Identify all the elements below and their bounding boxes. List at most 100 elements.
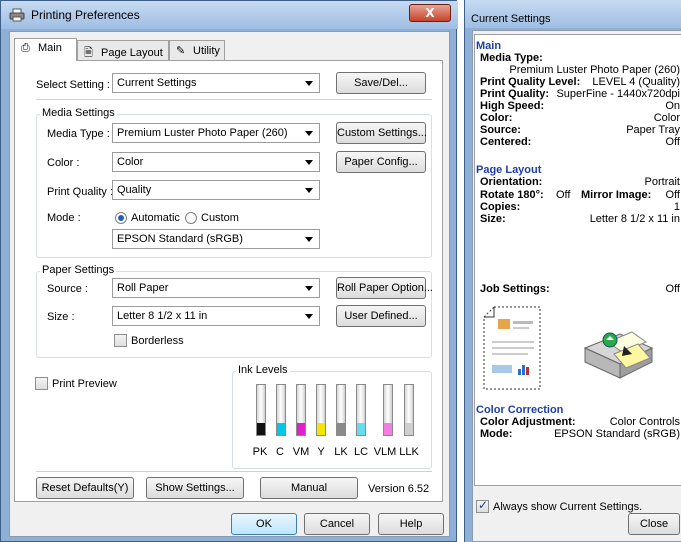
cs-high-speed-value: On <box>665 100 680 112</box>
save-del-button[interactable]: Save/Del... <box>336 72 426 94</box>
cs-mode-value: EPSON Standard (sRGB) <box>554 428 680 440</box>
ink-label-vlm: VLM <box>373 446 397 458</box>
mode-dropdown[interactable]: EPSON Standard (sRGB) <box>112 229 320 249</box>
source-dropdown[interactable]: Roll Paper <box>112 278 320 298</box>
cancel-button[interactable]: Cancel <box>304 513 370 535</box>
show-settings-button[interactable]: Show Settings... <box>146 477 244 499</box>
custom-settings-button[interactable]: Custom Settings... <box>336 122 427 144</box>
current-settings-title: Current Settings <box>471 13 551 25</box>
print-preview-checkbox[interactable] <box>35 377 48 390</box>
cs-orientation-label: Orientation: <box>480 176 543 188</box>
chevron-down-icon <box>305 314 313 319</box>
divider <box>36 99 432 100</box>
paper-config-button[interactable]: Paper Config... <box>336 151 426 173</box>
ink-level-bar-pk <box>256 384 266 436</box>
ink-label-lk: LK <box>334 446 348 458</box>
cs-centered-label: Centered: <box>480 136 532 148</box>
ink-level-bar-y <box>316 384 326 436</box>
document-preview-icon <box>483 306 541 390</box>
current-settings-title-bar: Current Settings <box>465 0 681 28</box>
cs-color-label: Color: <box>480 112 513 124</box>
cs-job-settings-value: Off <box>665 283 680 295</box>
chevron-down-icon <box>305 286 313 291</box>
borderless-checkbox[interactable] <box>114 334 127 347</box>
chevron-down-icon <box>305 81 313 86</box>
source-label: Source : <box>47 283 88 295</box>
manual-button[interactable]: Manual <box>260 477 358 499</box>
cs-high-speed-label: High Speed: <box>480 100 545 112</box>
mode-automatic-radio[interactable] <box>115 212 127 224</box>
always-show-checkbox[interactable] <box>476 498 489 513</box>
divider <box>36 471 432 472</box>
ink-label-y: Y <box>317 446 325 458</box>
wrench-icon: ✎ <box>176 45 186 57</box>
cs-copies-value: 1 <box>673 201 680 213</box>
ink-level-bar-lc <box>356 384 366 436</box>
roll-paper-option-button[interactable]: Roll Paper Option... <box>336 277 433 299</box>
main-heading: Main <box>476 40 502 52</box>
ink-label-vm: VM <box>292 446 310 458</box>
ink-level-bar-vlm <box>383 384 393 436</box>
chevron-down-icon <box>305 237 313 242</box>
cs-color-adjustment-value: Color Controls <box>609 416 680 428</box>
mode-label: Mode : <box>47 212 81 224</box>
select-setting-dropdown[interactable]: Current Settings <box>112 73 320 93</box>
mode-custom-label: Custom <box>201 212 239 224</box>
cs-mirror-label: Mirror Image: <box>581 189 652 201</box>
ink-level-bar-vm <box>296 384 306 436</box>
color-correction-heading: Color Correction <box>476 404 564 416</box>
color-dropdown[interactable]: Color <box>112 152 320 172</box>
ink-level-bar-lk <box>336 384 346 436</box>
cs-source-label: Source: <box>480 124 521 136</box>
paper-settings-title: Paper Settings <box>40 264 117 276</box>
cs-print-quality-label: Print Quality: <box>480 88 550 100</box>
title-bar: Printing Preferences X <box>1 1 458 29</box>
cs-orientation-value: Portrait <box>644 176 680 188</box>
cs-media-type-value: Premium Luster Photo Paper (260) <box>509 64 680 76</box>
color-label: Color : <box>47 157 80 169</box>
help-button[interactable]: Help <box>378 513 444 535</box>
cs-media-type-label: Media Type: <box>480 52 543 64</box>
user-defined-button[interactable]: User Defined... <box>336 305 426 327</box>
ok-button[interactable]: OK <box>231 513 297 535</box>
ink-label-c: C <box>276 446 284 458</box>
cs-rotate-value: Off <box>556 189 571 201</box>
media-type-dropdown[interactable]: Premium Luster Photo Paper (260) <box>112 123 320 143</box>
cs-color-adjustment-label: Color Adjustment: <box>480 416 576 428</box>
media-settings-title: Media Settings <box>40 107 117 119</box>
cs-copies-label: Copies: <box>480 201 521 213</box>
cs-size-label: Size: <box>480 213 506 225</box>
mode-custom-radio[interactable] <box>185 212 197 224</box>
cs-rotate-label: Rotate 180°: <box>480 189 544 201</box>
cs-job-settings-label: Job Settings: <box>480 283 550 295</box>
tab-page-layout[interactable]: 🗎 Page Layout <box>77 40 169 60</box>
version-label: Version 6.52 <box>368 483 430 495</box>
close-settings-button[interactable]: Close <box>628 513 680 535</box>
close-button[interactable]: X <box>409 4 451 22</box>
mode-automatic-label: Automatic <box>131 212 180 224</box>
size-dropdown[interactable]: Letter 8 1/2 x 11 in <box>112 306 320 326</box>
ink-level-bar-llk <box>404 384 414 436</box>
printer-icon <box>9 8 25 22</box>
print-quality-label: Print Quality : <box>47 186 114 198</box>
print-quality-dropdown[interactable]: Quality <box>112 180 320 200</box>
ink-label-pk: PK <box>252 446 268 458</box>
cs-print-quality-value: SuperFine - 1440x720dpi <box>556 88 680 100</box>
cs-color-value: Color <box>653 112 680 124</box>
cs-size-value: Letter 8 1/2 x 11 in <box>589 213 680 225</box>
tab-utility[interactable]: ✎ Utility <box>169 40 225 60</box>
chevron-down-icon <box>305 188 313 193</box>
media-type-label: Media Type : <box>47 128 110 140</box>
cs-print-quality-level-label: Print Quality Level: <box>480 76 581 88</box>
page-layout-heading: Page Layout <box>476 164 542 176</box>
borderless-label: Borderless <box>131 335 184 347</box>
printer-preview-icon <box>583 331 654 379</box>
chevron-down-icon <box>305 131 313 136</box>
always-show-label: Always show Current Settings. <box>493 501 643 513</box>
reset-defaults-button[interactable]: Reset Defaults(Y) <box>36 477 134 499</box>
select-setting-label: Select Setting : <box>36 79 110 91</box>
cs-centered-value: Off <box>665 136 680 148</box>
chevron-down-icon <box>305 160 313 165</box>
tab-main[interactable]: ⎙ Main <box>14 38 77 61</box>
cs-mode-label: Mode: <box>480 428 513 440</box>
